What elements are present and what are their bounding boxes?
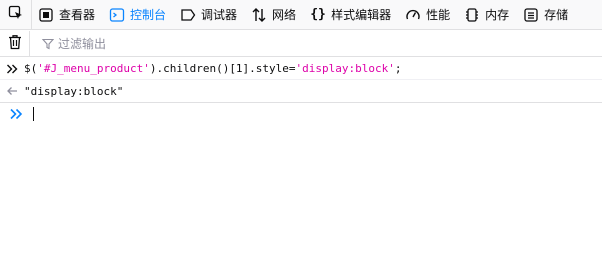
clear-console-button[interactable]	[0, 30, 30, 57]
result-text: "display:block"	[24, 84, 124, 98]
command-part: ;	[394, 62, 402, 75]
storage-icon	[523, 7, 539, 23]
tab-label: 性能	[426, 8, 451, 22]
command-part: $(	[24, 62, 38, 75]
picker-icon	[8, 5, 24, 24]
command-chevron-icon	[0, 64, 24, 74]
style-editor-icon: {}	[310, 7, 326, 22]
tab-memory[interactable]: 内存	[458, 0, 517, 30]
filter-output	[42, 36, 258, 51]
tab-style-editor[interactable]: {} 样式编辑器	[304, 0, 399, 30]
console-input[interactable]	[0, 103, 602, 125]
performance-icon	[405, 7, 421, 23]
filter-input[interactable]	[58, 36, 258, 51]
console-filter-bar	[0, 30, 602, 57]
input-chevron-icon	[0, 108, 32, 120]
tab-performance[interactable]: 性能	[399, 0, 458, 30]
tab-label: 样式编辑器	[331, 8, 392, 22]
console-icon	[109, 7, 125, 23]
console-result-row: "display:block"	[0, 80, 602, 103]
command-text: $('#J_menu_product').children()[1].style…	[24, 62, 402, 75]
console-command-row: $('#J_menu_product').children()[1].style…	[0, 58, 602, 80]
tab-inspector[interactable]: 查看器	[32, 0, 103, 30]
tab-debugger[interactable]: 调试器	[174, 0, 245, 30]
tab-label: 内存	[485, 8, 510, 22]
filter-icon	[42, 38, 54, 50]
memory-icon	[464, 7, 480, 23]
console-output: $('#J_menu_product').children()[1].style…	[0, 58, 602, 103]
inspector-icon	[38, 7, 54, 23]
command-string: '#J_menu_product'	[37, 62, 150, 75]
trash-icon	[8, 34, 22, 53]
tab-label: 调试器	[201, 8, 238, 22]
devtools-toolbar: 查看器 控制台 调试器 网络 {} 样式编辑器 性能 内存 存储	[0, 0, 602, 30]
input-caret	[33, 107, 34, 121]
command-part: ).children()[1].style=	[149, 62, 296, 75]
tab-label: 查看器	[59, 8, 96, 22]
debugger-icon	[180, 7, 196, 23]
tab-label: 网络	[272, 8, 297, 22]
tab-storage[interactable]: 存储	[517, 0, 576, 30]
element-picker-button[interactable]	[0, 0, 32, 30]
tab-label: 存储	[544, 8, 569, 22]
network-icon	[251, 7, 267, 23]
tab-network[interactable]: 网络	[245, 0, 304, 30]
command-string: 'display:block'	[295, 62, 395, 75]
tab-label: 控制台	[130, 8, 167, 22]
result-arrow-icon	[0, 86, 24, 96]
tab-console[interactable]: 控制台	[103, 0, 174, 30]
